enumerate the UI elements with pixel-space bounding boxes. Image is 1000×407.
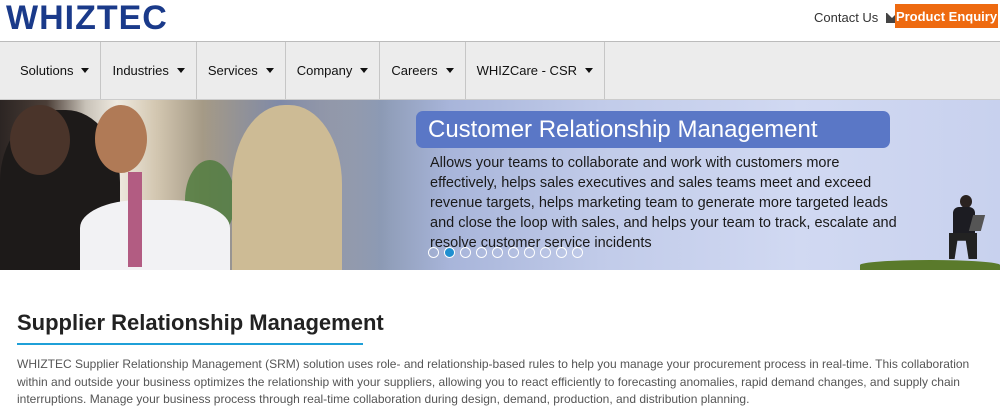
nav-item-careers[interactable]: Careers <box>380 42 466 99</box>
carousel-dot[interactable] <box>508 247 519 258</box>
caret-down-icon[interactable] <box>585 68 593 73</box>
nav-item-label[interactable]: Careers <box>391 63 437 78</box>
nav-item-label[interactable]: Services <box>208 63 258 78</box>
contact-us-label[interactable]: Contact Us <box>814 10 878 25</box>
carousel-dot[interactable] <box>492 247 503 258</box>
carousel-dot[interactable] <box>572 247 583 258</box>
carousel-dot[interactable] <box>460 247 471 258</box>
page: WHIZTEC Contact Us Product Enquiry Solut… <box>0 0 1000 407</box>
caret-down-icon[interactable] <box>445 68 454 73</box>
title-underline <box>17 343 363 345</box>
caret-down-icon[interactable] <box>265 68 274 73</box>
caret-down-icon[interactable] <box>176 68 185 73</box>
person-head <box>95 105 147 173</box>
chair-legs <box>949 233 977 259</box>
nav-item-label[interactable]: Solutions <box>20 63 73 78</box>
page-description: WHIZTEC Supplier Relationship Management… <box>17 357 970 406</box>
carousel-pagination <box>428 247 583 258</box>
site-header: WHIZTEC Contact Us Product Enquiry <box>0 0 1000 41</box>
nav-item-services[interactable]: Services <box>197 42 286 99</box>
carousel-dot[interactable] <box>556 247 567 258</box>
carousel-dot[interactable] <box>476 247 487 258</box>
person-image <box>80 200 230 270</box>
page-title: Supplier Relationship Management <box>17 310 384 335</box>
tie-shape <box>128 172 142 267</box>
laptop-icon <box>968 215 986 231</box>
person-head <box>10 105 70 175</box>
nav-item-industries[interactable]: Industries <box>101 42 197 99</box>
nav-item-label[interactable]: Industries <box>112 63 168 78</box>
nav-item-company[interactable]: Company <box>286 42 381 99</box>
caret-down-icon[interactable] <box>81 68 90 73</box>
carousel-dot[interactable] <box>540 247 551 258</box>
main-nav: Solutions Industries Services Company Ca… <box>0 41 1000 100</box>
contact-us-link[interactable]: Contact Us <box>814 10 900 25</box>
caret-down-icon[interactable] <box>360 68 369 73</box>
carousel-dot[interactable] <box>428 247 439 258</box>
nav-item-whizcare-csr[interactable]: WHIZCare - CSR <box>466 42 605 99</box>
banner-photo <box>0 100 390 270</box>
nav-item-label[interactable]: Company <box>297 63 353 78</box>
slide-description: Allows your teams to collaborate and wor… <box>430 155 897 251</box>
slide-title: Customer Relationship Management <box>416 111 890 148</box>
person-image <box>232 105 342 270</box>
nav-item-solutions[interactable]: Solutions <box>0 42 102 99</box>
whiztec-logo[interactable]: WHIZTEC <box>6 1 168 35</box>
carousel-dot[interactable] <box>524 247 535 258</box>
laptop-person-image <box>945 195 986 263</box>
carousel-dot[interactable] <box>444 247 455 258</box>
hero-carousel[interactable]: Customer Relationship Management Allows … <box>0 100 1000 270</box>
product-enquiry-button[interactable]: Product Enquiry <box>895 4 998 28</box>
nav-item-label[interactable]: WHIZCare - CSR <box>477 63 577 78</box>
